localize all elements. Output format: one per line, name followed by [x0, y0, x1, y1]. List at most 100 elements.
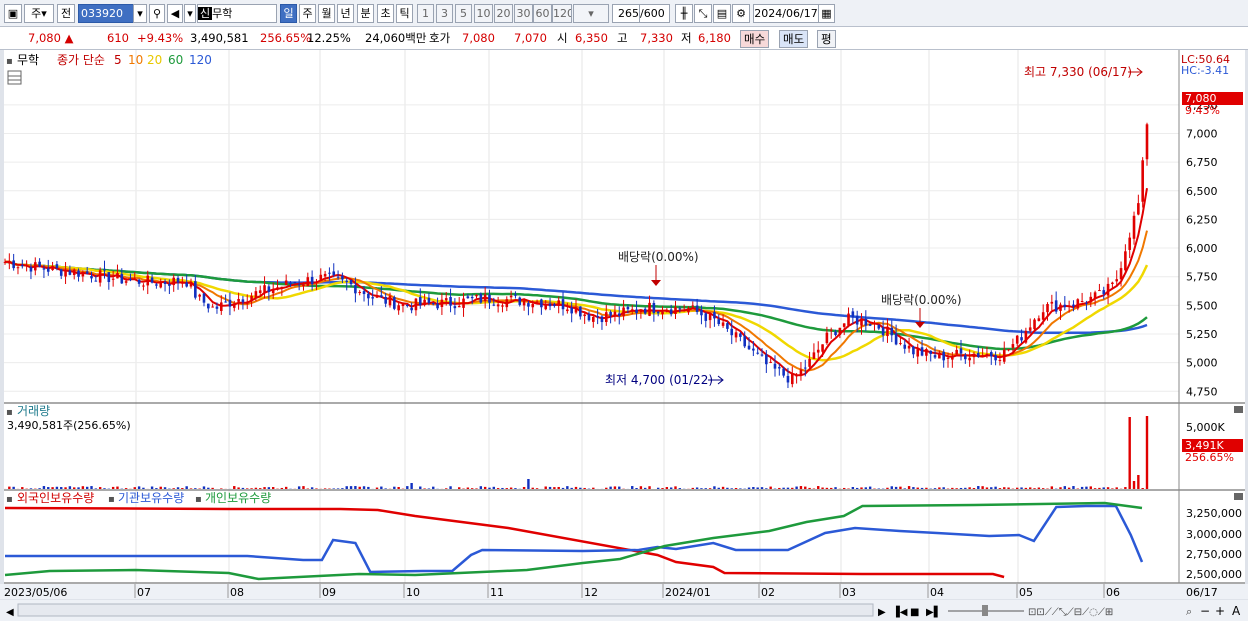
- period-tick-button[interactable]: 틱: [396, 4, 413, 23]
- last-rate-label: 9.43%: [1185, 104, 1220, 117]
- gear-icon[interactable]: ⚙: [732, 4, 750, 23]
- candle-body: [803, 367, 807, 369]
- volume-bar: [1067, 487, 1071, 489]
- volume-bar: [695, 487, 699, 489]
- candle-body: [816, 349, 820, 353]
- window-icon[interactable]: ▣: [4, 4, 22, 23]
- speaker-dropdown-icon[interactable]: ▾: [184, 4, 196, 23]
- price-tick: 5,500: [1186, 299, 1218, 312]
- interval-button[interactable]: 20: [494, 4, 513, 23]
- font-icon[interactable]: A: [1232, 604, 1241, 618]
- volume-bar: [778, 487, 781, 489]
- volume-bar: [284, 486, 288, 489]
- foreign-holdings-label[interactable]: 외국인보유수량: [17, 491, 94, 505]
- volume-bar: [1098, 487, 1101, 489]
- candle-body: [600, 316, 604, 323]
- inst-holdings-label[interactable]: 기관보유수량: [118, 491, 184, 505]
- price-panel-name[interactable]: 무학: [17, 53, 39, 67]
- candle-body: [825, 332, 829, 344]
- interval-button[interactable]: 3: [436, 4, 453, 23]
- candle-body: [643, 308, 647, 314]
- ma-legend-20[interactable]: 20: [147, 53, 162, 67]
- date-tick: 06/17: [1186, 586, 1218, 599]
- candle-body: [55, 264, 59, 269]
- date-tick: 03: [842, 586, 856, 599]
- volume-bar: [155, 488, 158, 489]
- candle-body: [1137, 203, 1140, 215]
- search-icon[interactable]: ⚲: [149, 4, 165, 23]
- scroll-right-icon[interactable]: ▶: [878, 607, 886, 618]
- tool-icons[interactable]: ⊡⊡⟋⟋⤡⟋⊟⟋◌⟋⊞: [1028, 607, 1113, 618]
- volume-bar: [12, 486, 15, 489]
- speaker-icon[interactable]: ◀: [167, 4, 183, 23]
- code-input[interactable]: 033920: [78, 4, 136, 23]
- table-icon[interactable]: [7, 70, 22, 85]
- volume-bar: [194, 488, 197, 489]
- holdings-close-icon[interactable]: [1234, 493, 1243, 500]
- volume-bar: [64, 487, 67, 489]
- count-input[interactable]: 265: [612, 4, 640, 23]
- period-min-button[interactable]: 분: [357, 4, 374, 23]
- zoom-out-icon[interactable]: ⌕: [1186, 605, 1192, 618]
- ma-legend-10[interactable]: 10: [128, 53, 143, 67]
- prev-button[interactable]: 전: [57, 4, 75, 23]
- plus-icon[interactable]: +: [1215, 604, 1225, 618]
- interval-button[interactable]: 5: [455, 4, 472, 23]
- stock-name-field[interactable]: 신 무학: [197, 4, 277, 23]
- candle-body: [1033, 319, 1036, 330]
- first-page-icon[interactable]: ▐◀: [892, 605, 908, 618]
- interval-button[interactable]: 60: [533, 4, 552, 23]
- indiv-holdings-label[interactable]: 개인보유수량: [205, 491, 271, 505]
- interval-select[interactable]: ▾: [573, 4, 609, 23]
- candle-body: [587, 314, 591, 321]
- candle-icon[interactable]: ╫: [675, 4, 693, 23]
- draw-icon[interactable]: ⤡: [694, 4, 712, 23]
- interval-button[interactable]: 1: [417, 4, 434, 23]
- candle-body: [72, 269, 76, 275]
- candle-body: [168, 284, 171, 286]
- candle-body: [475, 295, 478, 297]
- volume-close-icon[interactable]: [1234, 406, 1243, 413]
- period-year-button[interactable]: 년: [337, 4, 354, 23]
- ma-legend-5[interactable]: 5: [114, 53, 122, 67]
- ma-legend-label[interactable]: 종가 단순: [57, 53, 105, 67]
- volume-bar: [760, 487, 764, 489]
- stop-icon[interactable]: ■: [910, 607, 919, 618]
- volume-value: 3,490,581: [190, 31, 249, 45]
- period-day-button[interactable]: 일: [280, 4, 297, 23]
- volume-bar: [77, 487, 80, 489]
- calendar-icon[interactable]: ▦: [818, 4, 835, 23]
- code-dropdown-icon[interactable]: ▾: [133, 4, 147, 23]
- minus-icon[interactable]: −: [1200, 604, 1210, 618]
- period-week-button[interactable]: 주: [299, 4, 316, 23]
- candle-body: [297, 284, 301, 286]
- volume-bar: [280, 487, 284, 489]
- period-month-button[interactable]: 월: [318, 4, 335, 23]
- period-sec-button[interactable]: 초: [377, 4, 394, 23]
- chart-area[interactable]: ▪ 무학 종가 단순 5 10 20 60 120 LC:50.64 HC:-3…: [0, 50, 1248, 621]
- ma-legend-120[interactable]: 120: [189, 53, 212, 67]
- volume-bar: [912, 487, 915, 489]
- candle-body: [522, 300, 526, 306]
- buy-button[interactable]: 매수: [740, 30, 770, 48]
- scrollbar-track[interactable]: [17, 603, 874, 617]
- volume-bar: [851, 486, 855, 489]
- last-page-icon[interactable]: ▶▌: [926, 605, 941, 618]
- zoom-thumb[interactable]: [982, 605, 988, 616]
- eval-button[interactable]: 평: [817, 30, 836, 48]
- interval-button[interactable]: 30: [514, 4, 533, 23]
- volume-bar: [713, 486, 716, 489]
- interval-button[interactable]: 10: [474, 4, 493, 23]
- market-type-select[interactable]: 주▾: [24, 4, 54, 23]
- ma-legend-60[interactable]: 60: [168, 53, 183, 67]
- volume-bar: [769, 486, 772, 489]
- save-icon[interactable]: ▤: [713, 4, 731, 23]
- volume-panel-title[interactable]: 거래량: [17, 404, 50, 418]
- volume-bar: [1124, 487, 1127, 489]
- interval-button[interactable]: 120: [552, 4, 572, 23]
- date-input[interactable]: 2024/06/17: [753, 4, 819, 23]
- candle-body: [920, 347, 924, 356]
- volume-bar: [747, 487, 751, 489]
- sell-button[interactable]: 매도: [779, 30, 809, 48]
- scroll-left-icon[interactable]: ◀: [6, 607, 14, 618]
